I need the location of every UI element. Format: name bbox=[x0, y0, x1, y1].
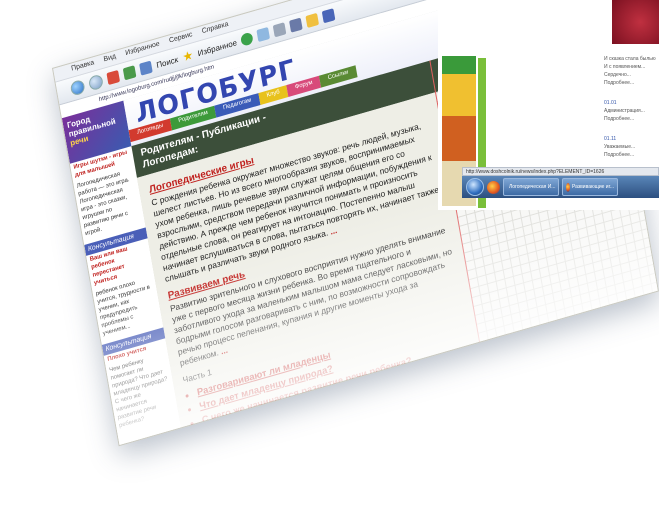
taskbar-item[interactable]: Логопедическая И... bbox=[503, 178, 559, 196]
history-icon[interactable] bbox=[256, 26, 271, 42]
firefox-icon[interactable] bbox=[487, 180, 500, 194]
news-line: Сердечно... bbox=[604, 72, 631, 78]
read-more-link[interactable]: ... bbox=[220, 345, 229, 357]
home-icon[interactable] bbox=[139, 60, 153, 76]
news-more-link[interactable]: Подробнее... bbox=[604, 152, 634, 158]
edit-icon[interactable] bbox=[305, 12, 320, 28]
second-window: И сказка стала былью И с появлением... С… bbox=[438, 0, 659, 210]
photo-image bbox=[612, 0, 659, 44]
refresh-icon[interactable] bbox=[122, 65, 137, 81]
taskbar-item-label: Развивающие иг... bbox=[571, 184, 614, 190]
taskbar: Логопедическая И... Развивающие иг... bbox=[462, 176, 659, 198]
forward-icon[interactable] bbox=[88, 73, 104, 92]
read-more-link[interactable]: ... bbox=[329, 225, 338, 237]
news-date: 01.01 bbox=[604, 100, 617, 106]
status-bar: http://www.doshcolnik.ru/news/index.php?… bbox=[462, 167, 659, 176]
print-icon[interactable] bbox=[289, 17, 304, 33]
taskbar-item[interactable]: Развивающие иг... bbox=[562, 178, 618, 196]
news-date: 01.11 bbox=[604, 136, 617, 142]
favorites-button[interactable]: Избранное bbox=[197, 38, 238, 58]
mail-icon[interactable] bbox=[273, 22, 287, 38]
back-icon[interactable] bbox=[69, 78, 86, 97]
favorites-star-icon[interactable]: ★ bbox=[181, 48, 194, 65]
messenger-icon[interactable] bbox=[322, 8, 336, 24]
firefox-icon bbox=[566, 182, 570, 192]
taskbar-item-label: Логопедическая И... bbox=[509, 184, 556, 190]
search-button[interactable]: Поиск bbox=[156, 55, 179, 70]
start-button-icon[interactable] bbox=[466, 178, 484, 196]
news-line: И с появлением... bbox=[604, 64, 646, 70]
news-more-link[interactable]: Подробнее... bbox=[604, 116, 634, 122]
news-line: Администрация... bbox=[604, 108, 645, 114]
stop-icon[interactable] bbox=[106, 69, 121, 86]
news-more-link[interactable]: Подробнее... bbox=[604, 80, 634, 86]
news-line: Уважаемые... bbox=[604, 144, 636, 150]
news-line: И сказка стала былью bbox=[604, 56, 656, 62]
media-icon[interactable] bbox=[240, 31, 255, 47]
